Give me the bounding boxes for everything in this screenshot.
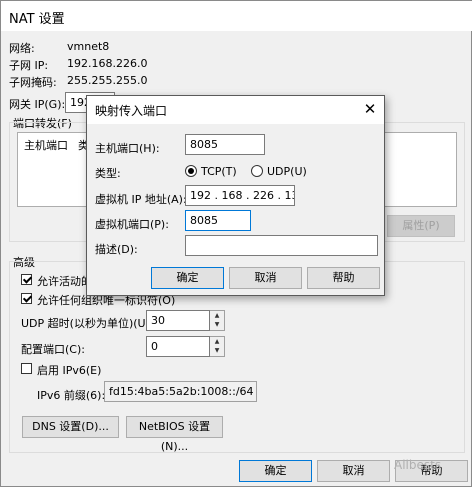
description-label: 描述(D): bbox=[95, 243, 138, 256]
netbios-settings-button[interactable]: NetBIOS 设置(N)... bbox=[126, 416, 223, 453]
host-port-label: 主机端口(H): bbox=[95, 142, 160, 155]
column-host-port: 主机端口 bbox=[24, 139, 68, 152]
allow-active-ftp-label: 允许活动的 bbox=[37, 275, 92, 288]
enable-ipv6-label: 启用 IPv6(E) bbox=[37, 364, 102, 377]
dialog-help-button[interactable]: 帮助 bbox=[307, 267, 380, 289]
tcp-radio[interactable] bbox=[185, 165, 197, 177]
host-port-input[interactable]: 8085 bbox=[185, 134, 265, 155]
udp-timeout-label: UDP 超时(以秒为单位)(U): bbox=[21, 317, 154, 330]
dialog-titlebar: 映射传入端口 ✕ bbox=[87, 96, 384, 124]
watermark: Allbests bbox=[394, 458, 442, 472]
vm-port-input[interactable]: 8085 bbox=[185, 210, 251, 231]
dialog-ok-button[interactable]: 确定 bbox=[151, 267, 224, 289]
enable-ipv6-checkbox[interactable] bbox=[21, 363, 32, 374]
udp-timeout-spinner[interactable]: ▲ ▼ bbox=[210, 310, 225, 331]
udp-label: UDP(U) bbox=[267, 165, 307, 178]
config-port-spinner[interactable]: ▲ ▼ bbox=[210, 336, 225, 357]
network-value: vmnet8 bbox=[67, 40, 110, 53]
allow-any-oui-checkbox[interactable] bbox=[21, 293, 32, 304]
properties-button[interactable]: 属性(P) bbox=[387, 215, 455, 237]
dialog-cancel-button[interactable]: 取消 bbox=[229, 267, 302, 289]
type-label: 类型: bbox=[95, 167, 121, 180]
nat-titlebar: NAT 设置 bbox=[1, 1, 473, 31]
map-incoming-port-dialog: 映射传入端口 ✕ 主机端口(H): 8085 类型: TCP(T) UDP(U)… bbox=[86, 95, 385, 296]
vm-port-label: 虚拟机端口(P): bbox=[95, 218, 169, 231]
dialog-title: 映射传入端口 bbox=[95, 104, 168, 118]
close-icon[interactable]: ✕ bbox=[359, 98, 381, 120]
vm-ip-input[interactable]: 192 . 168 . 226 . 133 bbox=[185, 185, 295, 206]
udp-timeout-input[interactable]: 30 bbox=[146, 310, 210, 331]
nat-cancel-button[interactable]: 取消 bbox=[317, 460, 390, 482]
subnet-mask-value: 255.255.255.0 bbox=[67, 74, 148, 87]
network-label: 网络: bbox=[9, 42, 35, 55]
subnet-mask-label: 子网掩码: bbox=[9, 76, 57, 89]
description-input[interactable] bbox=[185, 235, 378, 256]
vm-ip-label: 虚拟机 IP 地址(A): bbox=[95, 193, 187, 206]
config-port-input[interactable]: 0 bbox=[146, 336, 210, 357]
ipv6-prefix-input[interactable]: fd15:4ba5:5a2b:1008::/64 bbox=[104, 381, 257, 402]
subnet-ip-label: 子网 IP: bbox=[9, 59, 49, 72]
nat-ok-button[interactable]: 确定 bbox=[239, 460, 312, 482]
allow-active-ftp-checkbox[interactable] bbox=[21, 274, 32, 285]
nat-window-title: NAT 设置 bbox=[9, 12, 65, 27]
udp-radio[interactable] bbox=[251, 165, 263, 177]
gateway-ip-label: 网关 IP(G): bbox=[9, 98, 66, 111]
ipv6-prefix-label: IPv6 前缀(6): bbox=[37, 389, 106, 402]
dns-settings-button[interactable]: DNS 设置(D)... bbox=[22, 416, 119, 438]
config-port-label: 配置端口(C): bbox=[21, 343, 85, 356]
subnet-ip-value: 192.168.226.0 bbox=[67, 57, 148, 70]
tcp-label: TCP(T) bbox=[201, 165, 237, 178]
